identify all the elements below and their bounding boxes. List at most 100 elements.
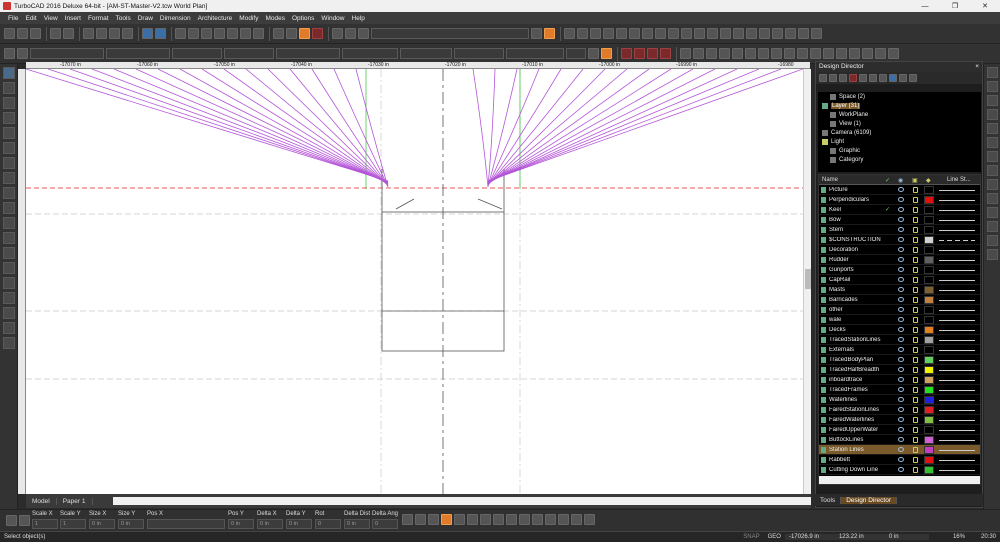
eye-icon[interactable] — [898, 327, 904, 332]
extend-icon[interactable] — [694, 28, 705, 39]
lock-icon[interactable] — [913, 257, 918, 263]
eye-icon[interactable] — [898, 417, 904, 422]
brush-combo[interactable] — [276, 48, 340, 59]
eye-icon[interactable] — [898, 247, 904, 252]
side-tool-icon[interactable] — [987, 193, 998, 204]
eye-icon[interactable] — [898, 467, 904, 472]
dimension-tool-icon[interactable] — [3, 187, 15, 199]
line-tool-icon[interactable] — [3, 97, 15, 109]
layer-line-style[interactable] — [939, 300, 975, 301]
geo-indicator[interactable]: GEO — [764, 534, 785, 540]
delta-dist-field[interactable]: 0 in — [344, 519, 370, 529]
eye-icon[interactable] — [898, 217, 904, 222]
app-icon[interactable] — [3, 2, 11, 10]
local-tool-icon[interactable] — [571, 514, 582, 525]
lock-icon[interactable] — [913, 267, 918, 273]
layer-line-style[interactable] — [939, 280, 975, 281]
multiline-combo[interactable] — [566, 48, 586, 59]
local-tool-icon[interactable] — [467, 514, 478, 525]
side-tool-icon[interactable] — [987, 81, 998, 92]
local-tool-icon[interactable] — [454, 514, 465, 525]
lock-icon[interactable] — [913, 437, 918, 443]
menu-modes[interactable]: Modes — [265, 15, 285, 22]
menu-tools[interactable]: Tools — [116, 15, 131, 22]
lock-icon[interactable] — [913, 357, 918, 363]
layer-color-swatch[interactable] — [924, 246, 934, 254]
layer-row[interactable]: wale — [819, 315, 980, 325]
lock-icon[interactable] — [913, 397, 918, 403]
modify-tool-icon[interactable] — [3, 262, 15, 274]
tab-model[interactable]: Model — [26, 497, 57, 505]
layer-row[interactable]: FairedStationLines — [819, 405, 980, 415]
layer-color-swatch[interactable] — [924, 426, 934, 434]
scroll-thumb[interactable] — [805, 269, 811, 289]
print-preview-icon[interactable] — [63, 28, 74, 39]
spline-icon[interactable] — [590, 28, 601, 39]
layer-line-style[interactable] — [939, 240, 975, 241]
settings-icon[interactable] — [909, 74, 917, 82]
layer-row[interactable]: CapRail — [819, 275, 980, 285]
side-tool-icon[interactable] — [987, 137, 998, 148]
layer-color-swatch[interactable] — [924, 366, 934, 374]
tab-paper-1[interactable]: Paper 1 — [57, 497, 93, 505]
layer-color-swatch[interactable] — [924, 416, 934, 424]
scale-x-field[interactable]: 1 — [32, 519, 58, 529]
side-tool-icon[interactable] — [987, 165, 998, 176]
zoom-out-icon[interactable] — [188, 28, 199, 39]
lock-icon[interactable] — [913, 287, 918, 293]
filter-icon[interactable] — [879, 74, 887, 82]
tree-item-camera[interactable]: Camera (6109) — [822, 130, 871, 136]
eye-icon[interactable] — [898, 317, 904, 322]
layer-line-style[interactable] — [939, 470, 975, 471]
eye-icon[interactable] — [898, 437, 904, 442]
zoom-in-icon[interactable] — [175, 28, 186, 39]
workplane-icon[interactable] — [358, 28, 369, 39]
snap-quadrant-icon[interactable] — [660, 48, 671, 59]
lock-icon[interactable] — [913, 227, 918, 233]
snap-none-icon[interactable] — [823, 48, 834, 59]
eye-icon[interactable] — [898, 297, 904, 302]
eye-icon[interactable] — [898, 307, 904, 312]
coordinate-lock-icon[interactable] — [19, 515, 30, 526]
snap-indicator[interactable]: SNAP — [739, 534, 763, 540]
explode-icon[interactable] — [798, 28, 809, 39]
layer-row[interactable]: TracedHalfBreadth — [819, 365, 980, 375]
layer-color-swatch[interactable] — [924, 466, 934, 474]
lock-icon[interactable] — [913, 327, 918, 333]
side-tool-icon[interactable] — [987, 151, 998, 162]
layer-line-style[interactable] — [939, 430, 975, 431]
menu-dimension[interactable]: Dimension — [160, 15, 191, 22]
maximize-button[interactable]: ❐ — [940, 2, 970, 10]
join-icon[interactable] — [811, 28, 822, 39]
layer-line-style[interactable] — [939, 310, 975, 311]
dimension-style-combo[interactable] — [506, 48, 564, 59]
layer-row[interactable]: TracedBodyPlan — [819, 355, 980, 365]
eye-icon[interactable] — [898, 257, 904, 262]
layer-row[interactable]: FairedUpperWater — [819, 425, 980, 435]
pos-y-field[interactable]: 0 in — [228, 519, 254, 529]
layer-color-swatch[interactable] — [924, 406, 934, 414]
layer-line-style[interactable] — [939, 260, 975, 261]
tree-item-graphic[interactable]: Graphic — [830, 148, 860, 154]
active-check-icon[interactable]: ✓ — [885, 206, 890, 213]
layer-color-swatch[interactable] — [924, 216, 934, 224]
lock-icon[interactable] — [913, 367, 918, 373]
ortho-icon[interactable] — [286, 28, 297, 39]
column-name[interactable]: Name — [822, 177, 838, 183]
pen-icon[interactable] — [588, 48, 599, 59]
eye-icon[interactable] — [898, 277, 904, 282]
eye-icon[interactable] — [898, 337, 904, 342]
eye-icon[interactable] — [898, 377, 904, 382]
minimize-button[interactable]: — — [910, 3, 940, 10]
layer-row[interactable]: Rudder — [819, 255, 980, 265]
layer-row[interactable]: Gunports — [819, 265, 980, 275]
layer-line-style[interactable] — [939, 340, 975, 341]
snap-icon[interactable] — [312, 28, 323, 39]
layer-color-swatch[interactable] — [924, 266, 934, 274]
layer-tool-icon[interactable] — [3, 322, 15, 334]
pen-width-combo[interactable] — [224, 48, 274, 59]
layer-line-style[interactable] — [939, 440, 975, 441]
eye-icon[interactable] — [898, 347, 904, 352]
menu-help[interactable]: Help — [352, 15, 365, 22]
layer-row[interactable]: Perpendiculars — [819, 195, 980, 205]
